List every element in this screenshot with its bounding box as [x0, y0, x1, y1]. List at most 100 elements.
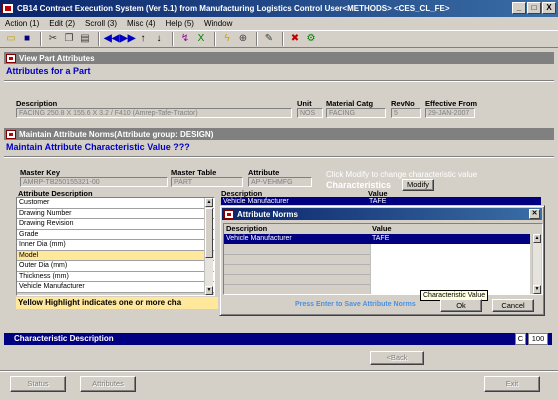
exit-button[interactable]: Exit	[484, 376, 540, 392]
grid-line	[224, 284, 370, 285]
grid-selected-row[interactable]: Vehicle Manufacturer TAFE	[224, 234, 530, 244]
norms-title-text: Maintain Attribute Norms(Attribute group…	[19, 129, 214, 139]
list-item-highlighted[interactable]: Model	[17, 250, 214, 261]
dialog-icon	[224, 209, 234, 219]
master-key-label: Master Key	[20, 168, 61, 177]
list-item[interactable]: Inner Dia (mm)	[17, 240, 214, 251]
scroll-up-icon[interactable]: ▲	[533, 234, 541, 243]
modify-button[interactable]: Modify	[402, 179, 434, 191]
divider	[0, 370, 558, 372]
view-part-title-text: View Part Attributes	[19, 53, 95, 63]
menu-action[interactable]: Action (1)	[5, 19, 39, 28]
divider	[4, 156, 554, 158]
list-item[interactable]: Drawing Number	[17, 208, 214, 219]
characteristic-description-bar: Characteristic Description	[4, 333, 552, 345]
edit-note-icon[interactable]: ✎	[262, 32, 276, 46]
attributes-button[interactable]: Attributes	[80, 376, 136, 392]
toolbar-separator	[282, 32, 284, 46]
value-column-area[interactable]	[370, 244, 530, 294]
attribute-norms-dialog: Attribute Norms ✕ Description Value Vehi…	[219, 205, 545, 316]
effective-from-label: Effective From	[425, 99, 478, 108]
scroll-up-icon[interactable]: ▲	[205, 198, 213, 207]
list-item[interactable]: Grade	[17, 229, 214, 240]
unit-field: NOS	[297, 108, 323, 118]
app-icon	[2, 3, 14, 14]
material-field: FACING	[326, 108, 386, 118]
copy-icon[interactable]: ❐	[62, 32, 76, 46]
unit-label: Unit	[297, 99, 312, 108]
lightning-icon[interactable]: ϟ	[220, 32, 234, 46]
status-count: 100	[528, 333, 548, 345]
toolbar-separator	[40, 32, 42, 46]
modify-hint: Click Modify to change characteristic va…	[326, 170, 478, 179]
back-button[interactable]: <Back	[370, 351, 424, 365]
description-label: Description	[16, 99, 58, 108]
menu-misc[interactable]: Misc (4)	[127, 19, 155, 28]
attribute-field: AP-VEHMFG	[248, 177, 312, 187]
yellow-highlight-note: Yellow Highlight indicates one or more c…	[16, 297, 218, 309]
panel-icon	[6, 129, 16, 139]
menu-window[interactable]: Window	[204, 19, 232, 28]
attribute-label: Attribute	[248, 168, 280, 177]
menu-help[interactable]: Help (5)	[166, 19, 194, 28]
list-item[interactable]: Customer	[17, 198, 214, 209]
dialog-title: Attribute Norms	[237, 209, 298, 219]
menu-edit[interactable]: Edit (2)	[49, 19, 75, 28]
effective-from-field: 29-JAN-2007	[425, 108, 475, 118]
tools-icon[interactable]: ⚙	[304, 32, 318, 46]
folder-open-icon[interactable]: ▭	[4, 32, 18, 46]
toolbar-separator	[256, 32, 258, 46]
status-button[interactable]: Status	[10, 376, 66, 392]
toolbar-separator	[214, 32, 216, 46]
list-item[interactable]: Thickness (mm)	[17, 271, 214, 282]
list-item[interactable]: Drawing Revision	[17, 219, 214, 230]
down-arrow-icon[interactable]: ↓	[152, 32, 166, 46]
revno-label: RevNo	[391, 99, 415, 108]
scroll-down-icon[interactable]: ▼	[205, 286, 213, 295]
material-label: Material Catg	[326, 99, 374, 108]
ok-button[interactable]: Ok	[440, 299, 482, 312]
toolbar-separator	[172, 32, 174, 46]
list-item[interactable]: Outer Dia (mm)	[17, 261, 214, 272]
row-description: Vehicle Manufacturer	[226, 235, 292, 242]
attribute-list: Customer Drawing Number Drawing Revision…	[16, 197, 215, 296]
grid-line	[224, 254, 370, 255]
save-icon[interactable]: ■	[20, 32, 34, 46]
delete-icon[interactable]: ✖	[288, 32, 302, 46]
scroll-thumb[interactable]	[205, 208, 213, 258]
col-value-header: Value	[372, 224, 392, 233]
master-table-field: PART	[171, 177, 243, 187]
paste-icon[interactable]: ▤	[78, 32, 92, 46]
first-record-icon[interactable]: ◀◀	[104, 32, 119, 46]
toolbar-separator	[98, 32, 100, 46]
list-item[interactable]: Vehicle Manufacturer	[17, 282, 214, 293]
scroll-down-icon[interactable]: ▼	[533, 285, 541, 294]
cut-icon[interactable]: ✂	[46, 32, 60, 46]
excel-icon[interactable]: X	[194, 32, 208, 46]
grid-line	[224, 274, 370, 275]
window-title: CB14 Contract Execution System (Ver 5.1)…	[17, 4, 450, 13]
close-button[interactable]: X	[542, 2, 556, 14]
title-bar: CB14 Contract Execution System (Ver 5.1)…	[0, 0, 558, 17]
dialog-title-bar: Attribute Norms ✕	[222, 208, 542, 220]
norms-grid: Description Value Vehicle Manufacturer T…	[223, 223, 543, 301]
query-icon[interactable]: ↯	[178, 32, 192, 46]
menu-scroll[interactable]: Scroll (3)	[85, 19, 117, 28]
attribute-list-scrollbar[interactable]: ▲ ▼	[204, 198, 213, 295]
up-arrow-icon[interactable]: ↑	[136, 32, 150, 46]
toolbar: ▭ ■ ✂ ❐ ▤ ◀◀ ▶▶ ↑ ↓ ↯ X ϟ ⊕ ✎ ✖ ⚙	[0, 30, 558, 48]
zoom-icon[interactable]: ⊕	[236, 32, 250, 46]
master-table-label: Master Table	[171, 168, 217, 177]
minimize-button[interactable]: _	[512, 2, 526, 14]
panel-icon	[6, 53, 16, 63]
maximize-button[interactable]: □	[527, 2, 541, 14]
last-record-icon[interactable]: ▶▶	[120, 32, 135, 46]
enter-to-save-hint: Press Enter to Save Attribute Norms	[295, 301, 416, 308]
revno-field: 5	[391, 108, 421, 118]
master-key-field: AMRP-TB250155321-00	[20, 177, 168, 187]
cancel-button[interactable]: Cancel	[492, 299, 534, 312]
grid-scrollbar[interactable]: ▲ ▼	[532, 234, 541, 294]
dialog-close-icon[interactable]: ✕	[529, 209, 540, 219]
grid-line	[224, 264, 370, 265]
row-value[interactable]: TAFE	[370, 234, 389, 244]
